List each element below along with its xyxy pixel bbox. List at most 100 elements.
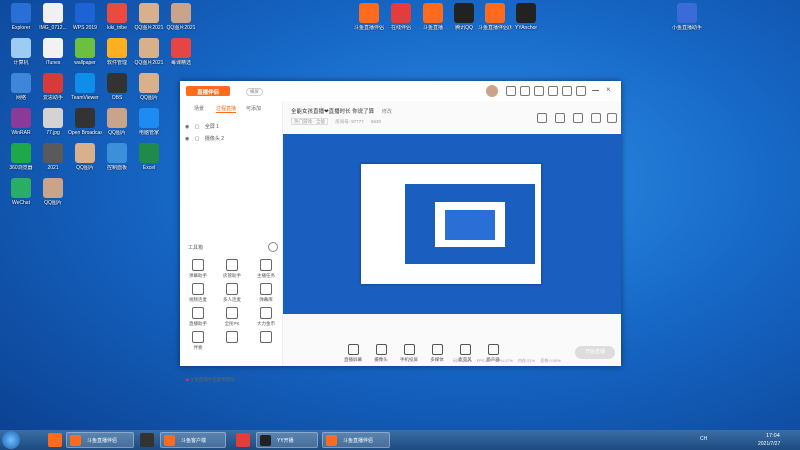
share-icon[interactable] — [555, 113, 565, 123]
minimize-icon[interactable] — [592, 90, 599, 91]
desktop-icon[interactable]: 网络 — [4, 73, 38, 101]
gift-icon[interactable] — [573, 113, 583, 123]
edit-link[interactable]: 修改 — [382, 109, 392, 115]
desktop-icon[interactable]: WinRAR — [4, 108, 38, 136]
scene-item-1[interactable]: ◉ ▢ 全屏 1 — [185, 123, 219, 130]
tool-item[interactable] — [250, 331, 282, 345]
taskbar-quick-icon[interactable] — [140, 433, 154, 447]
desktop-icon[interactable]: OBS — [100, 73, 134, 101]
desktop-icon[interactable]: 软件管理 — [100, 38, 134, 66]
avatar[interactable] — [486, 85, 498, 97]
mail-icon[interactable] — [520, 86, 530, 96]
desktop-icon[interactable]: 腾讯QQ — [447, 3, 481, 31]
start-stream-button[interactable]: 开始直播 — [575, 346, 615, 359]
tab-addable[interactable]: 可添加 — [246, 105, 261, 112]
desktop-icon[interactable]: 在线伴侣 — [384, 3, 418, 31]
tool-icon — [192, 307, 204, 319]
footer-note[interactable]: ◀ 斗鱼直播伴侣使用帮助 — [185, 377, 235, 383]
desktop-icon[interactable]: 斗鱼直播伴侣 — [352, 3, 386, 31]
headset-icon[interactable] — [506, 86, 516, 96]
expand-icon[interactable] — [607, 113, 617, 123]
desktop-icon[interactable]: QQ图片 — [100, 108, 134, 136]
desktop-icon[interactable]: wallpaper — [68, 38, 102, 66]
bell-icon[interactable] — [591, 113, 601, 123]
tool-item[interactable]: 弹幕库 — [250, 283, 282, 303]
toolbox-more-icon[interactable] — [268, 242, 278, 252]
desktop-icon[interactable]: WeChat — [4, 178, 38, 206]
meta-category[interactable]: 热门游戏 - 全能 — [291, 118, 328, 125]
control-button[interactable]: 手机投屏 — [395, 344, 423, 363]
control-button[interactable]: 直播屏幕 — [339, 344, 367, 363]
clock-date[interactable]: 2021/7/27 — [758, 441, 780, 447]
tool-item[interactable]: 房管助手 — [216, 259, 248, 279]
desktop-icon[interactable]: QQ图片 — [36, 178, 70, 206]
desktop-icon[interactable]: 每课精选 — [164, 38, 198, 66]
desktop-icon[interactable]: 小鱼直播助手 — [670, 3, 704, 31]
gift-icon[interactable] — [534, 86, 544, 96]
tab-process[interactable]: 过程直播 — [216, 105, 237, 113]
control-button[interactable]: 多媒体 — [423, 344, 451, 363]
tool-item[interactable]: 主播任务 — [250, 259, 282, 279]
desktop-icon[interactable]: TeamViewer — [68, 73, 102, 101]
eye-icon[interactable]: ◉ — [185, 124, 189, 130]
lock-icon[interactable]: ▢ — [195, 136, 200, 142]
desktop-icon[interactable]: 电脑管家 — [132, 108, 166, 136]
desktop-icon[interactable]: Open Broadcast — [68, 108, 102, 136]
tool-item[interactable]: 多人连麦 — [216, 283, 248, 303]
desktop-icon[interactable]: 2021 — [36, 143, 70, 171]
status-bitrate: 码率 0kb/s — [453, 358, 472, 363]
tool-item[interactable]: 视频连麦 — [182, 283, 214, 303]
desktop-icon[interactable]: kiki_tribe — [100, 3, 134, 31]
taskbar-button[interactable]: YY开播 — [256, 432, 318, 448]
desktop-icon[interactable]: 斗鱼直播 — [416, 3, 450, 31]
tool-item[interactable] — [216, 331, 248, 345]
home-icon[interactable] — [537, 113, 547, 123]
stream-preview[interactable] — [283, 134, 621, 314]
taskbar-button[interactable]: 斗鱼直播伴侣 — [66, 432, 134, 448]
scene-item-2[interactable]: ◉ ▢ 摄像头 2 — [185, 135, 224, 142]
skin-icon[interactable] — [562, 86, 572, 96]
control-label: 手机投屏 — [400, 357, 418, 362]
tool-item[interactable]: 大力金币 — [250, 307, 282, 327]
desktop-icon[interactable]: 斗鱼直播伴侣(绿) — [478, 3, 512, 31]
desktop-icon-label: Explorer — [11, 25, 31, 31]
eye-icon[interactable]: ◉ — [185, 136, 189, 142]
desktop-icon[interactable]: 计算机 — [4, 38, 38, 66]
desktop-icon[interactable]: 爱思助手 — [36, 73, 70, 101]
control-button[interactable]: 摄像头 — [367, 344, 395, 363]
desktop-icon[interactable]: QQ图片 — [68, 143, 102, 171]
desktop-icon-label: WPS 2019 — [73, 25, 97, 31]
desktop-icon[interactable]: Explorer — [4, 3, 38, 31]
desktop-icon[interactable]: QQ图片2021 — [164, 3, 198, 31]
desktop-icon[interactable]: WPS 2019 — [68, 3, 102, 31]
taskbar-button[interactable]: 斗鱼直播伴侣 — [322, 432, 390, 448]
desktop-icon[interactable]: YYAnchor — [509, 3, 543, 31]
start-button[interactable] — [2, 431, 20, 449]
desktop-icon[interactable]: QQ图片 — [132, 73, 166, 101]
desktop-icon[interactable]: 控制面板 — [100, 143, 134, 171]
menu-icon[interactable] — [576, 86, 586, 96]
toolbox-title: 工具箱 — [188, 245, 204, 251]
taskbar-quick-icon[interactable] — [236, 433, 250, 447]
taskbar-button[interactable]: 斗鱼客户端 — [160, 432, 226, 448]
desktop-icon[interactable]: Excel — [132, 143, 166, 171]
lock-icon[interactable]: ▢ — [195, 124, 200, 130]
close-icon[interactable]: × — [606, 85, 611, 94]
tool-item[interactable]: 伴奏 — [182, 331, 214, 351]
desktop-icon[interactable]: 360浏览器 — [4, 143, 38, 171]
clock-time[interactable]: 17:04 — [766, 433, 780, 439]
tool-item[interactable]: 直播助手 — [182, 307, 214, 327]
desktop-icon[interactable]: iTunes — [36, 38, 70, 66]
taskbar-quick-icon[interactable] — [48, 433, 62, 447]
tab-scenes[interactable]: 场景 — [194, 105, 204, 112]
mode-badge[interactable]: 横屏 — [246, 88, 263, 96]
desktop-icon[interactable]: QQ图片2021 — [132, 3, 166, 31]
desktop-icon-label: YYAnchor — [514, 25, 538, 31]
tool-item[interactable]: 弹幕助手 — [182, 259, 214, 279]
tool-item[interactable]: 全民PK — [216, 307, 248, 327]
desktop-icon[interactable]: QQ图片2021 — [132, 38, 166, 66]
desktop-icon[interactable]: 77.jpg — [36, 108, 70, 136]
desktop-icon[interactable]: IMG_0712... — [36, 3, 70, 31]
language-indicator[interactable]: CH — [700, 436, 707, 442]
settings-icon[interactable] — [548, 86, 558, 96]
